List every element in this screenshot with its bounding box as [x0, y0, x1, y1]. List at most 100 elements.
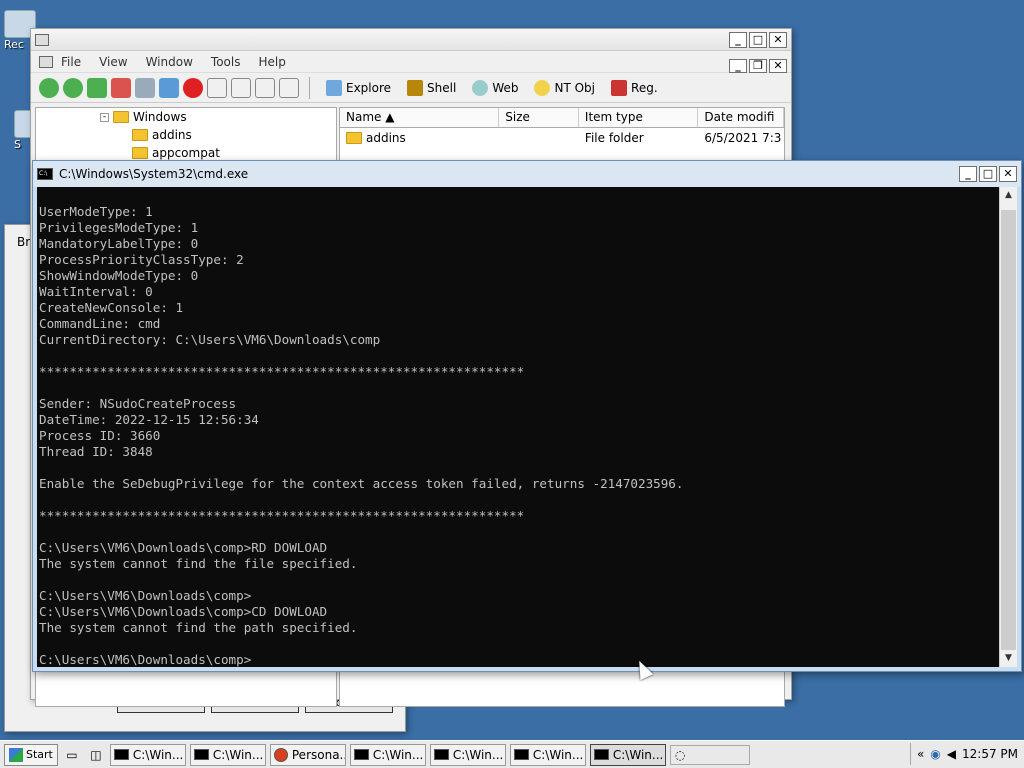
quick-launch-icon[interactable]: ◫	[86, 745, 106, 765]
taskbar-button-label: C:\Win...	[372, 747, 424, 762]
console-line: The system cannot find the path specifie…	[39, 620, 358, 635]
console-line: C:\Users\VM6\Downloads\comp>RD DOWLOAD	[39, 540, 328, 555]
vertical-scrollbar[interactable]: ▲ ▼	[999, 187, 1017, 667]
ntobj-icon	[534, 79, 551, 96]
column-size[interactable]: Size	[499, 108, 579, 127]
menu-window[interactable]: Window	[146, 55, 193, 69]
close-button[interactable]: ✕	[769, 32, 787, 48]
shell-label: Shell	[427, 80, 457, 95]
scroll-down-icon[interactable]: ▼	[1000, 650, 1017, 667]
console-line: C:\Users\VM6\Downloads\comp>CD DOWLOAD	[39, 604, 328, 619]
item-name: addins	[366, 131, 406, 145]
close-button[interactable]: ✕	[999, 166, 1017, 182]
mdi-restore-button[interactable]: ❐	[749, 59, 767, 73]
column-label: Name	[346, 110, 382, 124]
list-header: Name ▲ Size Item type Date modifi	[340, 108, 784, 128]
mdi-close-button[interactable]: ✕	[769, 59, 787, 73]
folder-icon	[113, 111, 129, 123]
menu-tools[interactable]: Tools	[211, 55, 241, 69]
console-line: Process ID: 3660	[39, 428, 161, 443]
maximize-button[interactable]: □	[749, 32, 767, 48]
scroll-up-icon[interactable]: ▲	[1000, 187, 1017, 204]
mdi-minimize-button[interactable]: _	[729, 59, 747, 73]
taskbar-button-label: C:\Win...	[532, 747, 584, 762]
forward-icon[interactable]	[63, 77, 83, 98]
menu-file[interactable]: File	[61, 55, 81, 69]
column-label: Size	[505, 110, 530, 124]
view-icon-4[interactable]	[279, 77, 299, 98]
up-icon[interactable]	[87, 77, 107, 98]
registry-button[interactable]: Reg.	[605, 77, 664, 99]
view-icon-3[interactable]	[255, 77, 275, 98]
console-line: MandatoryLabelType: 0	[39, 236, 199, 251]
minimize-button[interactable]: _	[959, 166, 977, 182]
taskbar-button[interactable]: C:\Win...	[589, 743, 666, 766]
network-icon[interactable]: ◉	[930, 747, 940, 761]
folder-icon	[132, 147, 148, 159]
cmd-titlebar[interactable]: C:\Windows\System32\cmd.exe _ □ ✕	[33, 161, 1021, 187]
tree-node-windows[interactable]: - Windows	[100, 110, 187, 124]
globe-icon	[472, 79, 489, 96]
clock[interactable]: 12:57 PM	[962, 747, 1018, 761]
console-line: Sender: NSudoCreateProcess	[39, 396, 237, 411]
start-label: Start	[26, 748, 53, 761]
refresh-icon[interactable]	[159, 77, 179, 98]
shell-button[interactable]: Shell	[401, 77, 462, 99]
maximize-button[interactable]: □	[979, 166, 997, 182]
tree-node-appcompat[interactable]: appcompat	[132, 146, 220, 160]
collapse-icon[interactable]: -	[100, 112, 109, 122]
console-line: ProcessPriorityClassType: 2	[39, 252, 244, 267]
taskbar-button[interactable]: C:\Win...	[429, 743, 506, 766]
console-line: CommandLine: cmd	[39, 316, 161, 331]
cmd-icon	[433, 749, 449, 760]
tray-chevron-icon[interactable]: «	[917, 747, 924, 761]
web-button[interactable]: Web	[466, 77, 524, 99]
menu-view[interactable]: View	[99, 55, 127, 69]
start-button[interactable]: Start	[4, 743, 58, 766]
back-icon[interactable]	[39, 77, 59, 98]
document-icon	[39, 55, 53, 68]
tree-label: appcompat	[152, 146, 220, 160]
list-item[interactable]: addins File folder 6/5/2021 7:3	[340, 128, 784, 148]
ntobj-button[interactable]: NT Obj	[528, 77, 601, 99]
taskbar-button[interactable]: C:\Win...	[509, 743, 586, 766]
console-output[interactable]: UserModeType: 1 PrivilegesModeType: 1 Mand…	[37, 187, 999, 667]
explore-label: Explore	[346, 80, 392, 95]
console-line: ****************************************…	[39, 364, 525, 379]
taskbar-button-label: C:\Win...	[132, 747, 184, 762]
column-date[interactable]: Date modifi	[698, 108, 784, 127]
registry-label: Reg.	[631, 80, 658, 95]
app-icon	[35, 33, 49, 46]
column-type[interactable]: Item type	[579, 108, 699, 127]
tree-node-addins[interactable]: addins	[132, 128, 192, 142]
show-desktop-icon[interactable]: ▭	[62, 745, 82, 765]
app-icon	[273, 747, 288, 762]
taskbar-button[interactable]: C:\Win...	[189, 743, 266, 766]
column-label: Item type	[584, 110, 643, 124]
stop-icon[interactable]	[183, 77, 203, 98]
view-icon-1[interactable]	[207, 77, 227, 98]
minimize-button[interactable]: _	[729, 32, 747, 48]
column-name[interactable]: Name ▲	[340, 108, 500, 127]
scrollbar-thumb[interactable]	[1001, 210, 1016, 650]
cmd-icon	[37, 168, 53, 180]
cmd-window: C:\Windows\System32\cmd.exe _ □ ✕ UserMo…	[32, 160, 1022, 672]
menu-help[interactable]: Help	[258, 55, 285, 69]
search-icon[interactable]	[135, 77, 155, 98]
explore-button[interactable]: Explore	[320, 77, 397, 99]
home-icon[interactable]	[111, 77, 131, 98]
console-line: CreateNewConsole: 1	[39, 300, 184, 315]
explorer-titlebar[interactable]: _ □ ✕	[31, 29, 791, 51]
taskbar-button[interactable]: C:\Win...	[349, 743, 426, 766]
cmd-icon	[113, 749, 129, 760]
view-icon-2[interactable]	[231, 77, 251, 98]
item-type: File folder	[584, 131, 644, 145]
volume-icon[interactable]: ◀	[947, 747, 956, 761]
taskbar-button[interactable]: Persona...	[269, 743, 346, 766]
taskbar-button[interactable]: C:\Win...	[109, 743, 186, 766]
task-overflow-icon[interactable]: ◌	[669, 744, 750, 765]
